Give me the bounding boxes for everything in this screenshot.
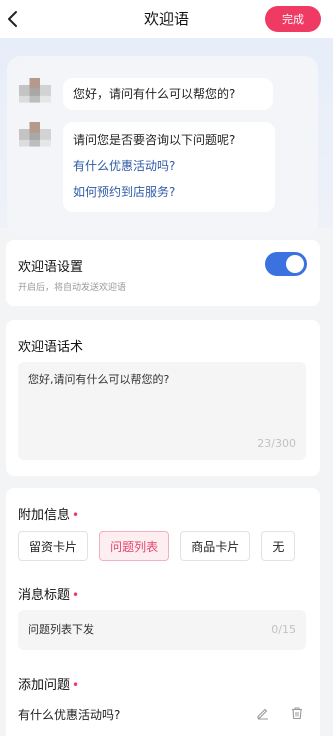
welcome-setting-card: 欢迎语设置 开启后，将自动发送欢迎语	[6, 240, 320, 306]
message-title-value: 问题列表下发	[28, 623, 94, 636]
required-mark: •	[72, 588, 80, 602]
toggle-knob	[286, 255, 304, 273]
top-bar: 欢迎语 完成	[0, 0, 333, 38]
trash-icon[interactable]	[290, 706, 304, 720]
add-question-text: 添加问题	[18, 678, 71, 693]
welcome-setting-title: 欢迎语设置	[18, 260, 84, 275]
chip-lead-card[interactable]: 留资卡片	[18, 531, 89, 561]
chip-question-list[interactable]: 问题列表	[99, 531, 170, 561]
question-bubble: 请问您是否要咨询以下问题呢? 有什么优惠活动吗? 如何预约到店服务?	[63, 122, 275, 212]
done-button[interactable]: 完成	[265, 6, 321, 32]
required-mark: •	[72, 508, 80, 522]
avatar	[19, 122, 51, 154]
extra-type-chips: 留资卡片 问题列表 商品卡片 无	[18, 531, 318, 563]
chip-none[interactable]: 无	[261, 531, 296, 561]
message-title-input[interactable]: 问题列表下发 0/15	[18, 610, 306, 650]
char-counter: 23/300	[257, 437, 296, 450]
question-prompt: 请问您是否要咨询以下问题呢?	[73, 133, 236, 147]
chip-product-card[interactable]: 商品卡片	[180, 531, 251, 561]
extra-info-label: 附加信息	[18, 508, 71, 523]
question-link[interactable]: 有什么优惠活动吗?	[73, 156, 265, 182]
message-title-text: 消息标题	[18, 588, 71, 603]
message-title-counter: 0/15	[271, 623, 296, 636]
avatar	[19, 78, 51, 110]
welcome-setting-desc: 开启后，将自动发送欢迎语	[18, 283, 127, 293]
greeting-bubble: 您好，请问有什么可以帮您的?	[63, 78, 273, 110]
required-mark: •	[72, 678, 80, 692]
welcome-script-title: 欢迎语话术	[18, 340, 84, 355]
welcome-script-text: 您好,请问有什么可以帮您的?	[28, 373, 170, 386]
chat-preview: 您好，请问有什么可以帮您的? 请问您是否要咨询以下问题呢? 有什么优惠活动吗? …	[7, 56, 318, 236]
welcome-toggle[interactable]	[265, 252, 307, 276]
welcome-script-card: 欢迎语话术 您好,请问有什么可以帮您的? 23/300	[6, 320, 320, 476]
add-question-label: 添加问题 •	[18, 674, 79, 693]
edit-icon[interactable]	[256, 706, 270, 720]
extra-info-card: 附加信息 • 留资卡片 问题列表 商品卡片 无 消息标题 • 问题列表下发 0/15…	[6, 488, 320, 736]
question-link[interactable]: 如何预约到店服务?	[73, 182, 265, 208]
question-list-item: 有什么优惠活动吗?	[18, 706, 306, 726]
message-title-label: 消息标题 •	[18, 584, 79, 603]
extra-info-title: 附加信息 •	[18, 504, 79, 523]
welcome-script-input[interactable]: 您好,请问有什么可以帮您的? 23/300	[18, 362, 306, 460]
question-item-text: 有什么优惠活动吗?	[18, 708, 121, 722]
